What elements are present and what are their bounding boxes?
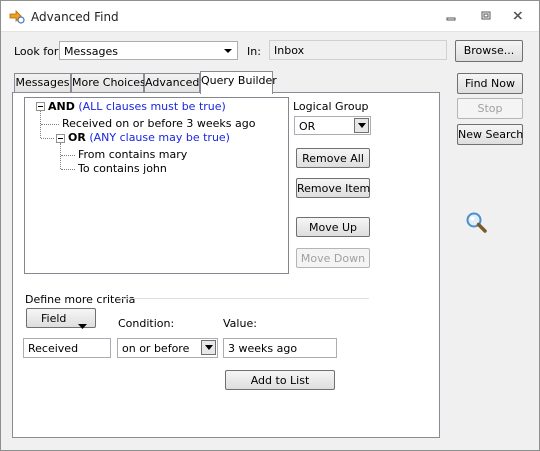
in-folder-value: Inbox (274, 44, 305, 57)
tab-query-builder[interactable]: Query Builder (200, 71, 277, 94)
tree-node-and[interactable]: AND (ALL clauses must be true) (48, 100, 226, 113)
in-label: In: (247, 45, 261, 58)
tab-advanced[interactable]: Advanced (144, 73, 200, 93)
value-label: Value: (223, 317, 257, 330)
chevron-down-icon (354, 118, 369, 133)
field-button[interactable]: Field (26, 308, 96, 329)
in-folder-field: Inbox (269, 40, 447, 60)
query-tree[interactable]: AND (ALL clauses must be true) Received … (24, 97, 289, 274)
browse-button[interactable]: Browse... (455, 40, 523, 62)
tree-node-or[interactable]: OR (ANY clause may be true) (68, 131, 230, 144)
value-input-value: 3 weeks ago (228, 342, 298, 355)
condition-value: on or before (122, 342, 190, 355)
tree-node-received[interactable]: Received on or before 3 weeks ago (62, 117, 255, 130)
look-for-value: Messages (64, 45, 118, 58)
criteria-group-label: Define more criteria (25, 293, 136, 306)
advanced-find-window: Advanced Find Look for: Messages In: Inb… (0, 0, 540, 451)
add-to-list-button[interactable]: Add to List (225, 370, 335, 390)
logical-group-dropdown[interactable]: OR (294, 116, 371, 135)
move-down-button[interactable]: Move Down (296, 248, 370, 268)
look-for-label: Look for: (14, 45, 62, 58)
field-button-label: Field (41, 312, 67, 325)
collapse-or-icon[interactable] (56, 134, 65, 143)
field-input-value: Received (28, 342, 79, 355)
minimize-icon[interactable] (442, 8, 460, 24)
advanced-find-icon (9, 10, 25, 24)
chevron-down-icon (221, 44, 235, 57)
condition-dropdown[interactable]: on or before (117, 338, 218, 358)
maximize-icon[interactable] (477, 8, 495, 24)
tree-node-from[interactable]: From contains mary (78, 148, 187, 161)
and-description: (ALL clauses must be true) (78, 100, 226, 113)
and-keyword: AND (48, 100, 75, 113)
remove-all-button[interactable]: Remove All (296, 148, 370, 168)
logical-group-value: OR (299, 120, 316, 133)
tab-more-choices[interactable]: More Choices (71, 73, 146, 93)
find-now-button[interactable]: Find Now (457, 73, 523, 94)
new-search-button[interactable]: New Search (457, 124, 523, 145)
window-title: Advanced Find (31, 10, 119, 24)
condition-label: Condition: (118, 317, 175, 330)
move-up-button[interactable]: Move Up (296, 217, 370, 237)
or-keyword: OR (68, 131, 86, 144)
chevron-down-icon (201, 340, 216, 355)
title-bar: Advanced Find (1, 1, 539, 32)
stop-button[interactable]: Stop (457, 98, 523, 119)
chevron-down-icon (78, 316, 87, 335)
collapse-and-icon[interactable] (36, 102, 45, 111)
logical-group-label: Logical Group (293, 100, 369, 113)
magnifier-icon (464, 210, 490, 236)
field-input[interactable]: Received (23, 338, 111, 358)
value-input[interactable]: 3 weeks ago (223, 338, 337, 358)
remove-item-button[interactable]: Remove Item (296, 178, 370, 198)
tab-messages[interactable]: Messages (14, 73, 71, 93)
tree-node-to[interactable]: To contains john (78, 162, 167, 175)
criteria-divider (119, 298, 369, 299)
look-for-dropdown[interactable]: Messages (59, 41, 238, 60)
close-icon[interactable] (509, 8, 527, 24)
or-description: (ANY clause may be true) (89, 131, 230, 144)
